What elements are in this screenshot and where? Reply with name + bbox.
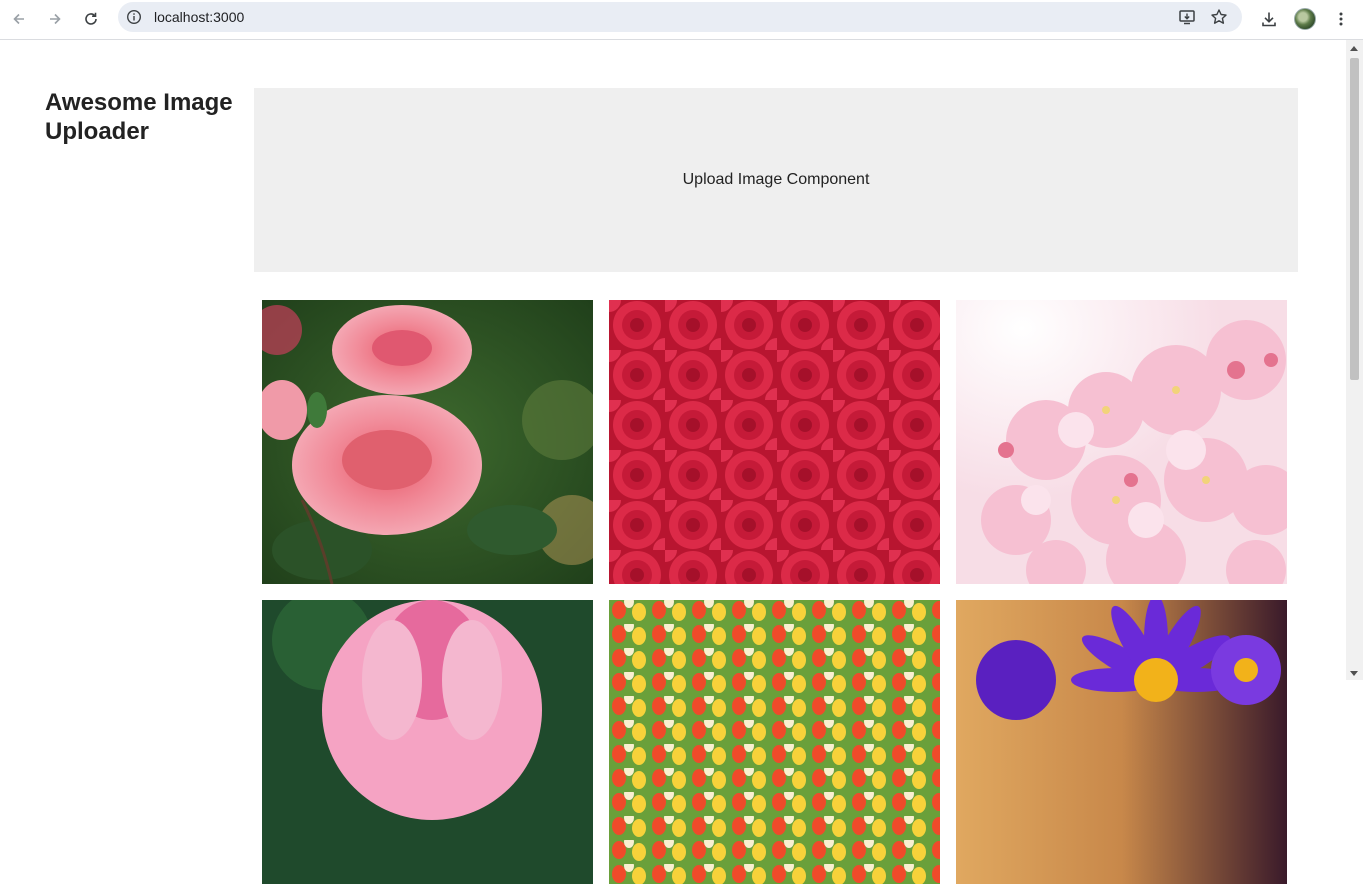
tulips-image	[609, 600, 940, 884]
gallery-image-purple-daisies[interactable]	[956, 600, 1287, 884]
scroll-down-arrow[interactable]	[1350, 671, 1358, 676]
arrow-left-icon	[13, 13, 24, 25]
install-app-button[interactable]	[1177, 7, 1197, 27]
purple-daisies-image	[956, 600, 1287, 884]
gallery-image-lotus[interactable]	[262, 600, 593, 884]
browser-toolbar: localhost:3000	[0, 0, 1363, 40]
address-bar[interactable]: localhost:3000	[118, 2, 1242, 32]
url-text[interactable]: localhost:3000	[154, 9, 244, 25]
profile-button[interactable]	[1290, 4, 1320, 34]
download-icon	[1262, 12, 1276, 27]
gallery-image-red-roses[interactable]	[609, 300, 940, 584]
upload-component-label: Upload Image Component	[682, 171, 870, 188]
avatar	[1294, 8, 1316, 30]
scroll-thumb[interactable]	[1350, 58, 1359, 380]
page-title: Awesome Image Uploader	[45, 89, 233, 145]
bookmark-button[interactable]	[1209, 7, 1229, 27]
info-icon[interactable]	[126, 9, 142, 25]
upload-image-component[interactable]: Upload Image Component	[254, 88, 1298, 272]
downloads-button[interactable]	[1254, 4, 1284, 34]
back-button[interactable]	[4, 4, 34, 34]
pink-roses-image	[262, 300, 593, 584]
gallery-image-tulips[interactable]	[609, 600, 940, 884]
arrow-right-icon	[50, 13, 61, 25]
gallery-image-pink-roses[interactable]	[262, 300, 593, 584]
red-roses-image	[609, 300, 940, 584]
more-vert-icon	[1339, 12, 1343, 26]
install-app-icon	[1179, 10, 1195, 25]
menu-button[interactable]	[1326, 4, 1356, 34]
page-scrollbar[interactable]	[1346, 40, 1363, 680]
forward-button[interactable]	[40, 4, 70, 34]
reload-icon	[85, 12, 97, 25]
reload-button[interactable]	[76, 4, 106, 34]
scroll-up-arrow[interactable]	[1350, 46, 1358, 51]
gallery-image-cherry-blossoms[interactable]	[956, 300, 1287, 584]
star-icon	[1211, 9, 1227, 24]
lotus-image	[262, 600, 593, 884]
cherry-blossoms-image	[956, 300, 1287, 584]
